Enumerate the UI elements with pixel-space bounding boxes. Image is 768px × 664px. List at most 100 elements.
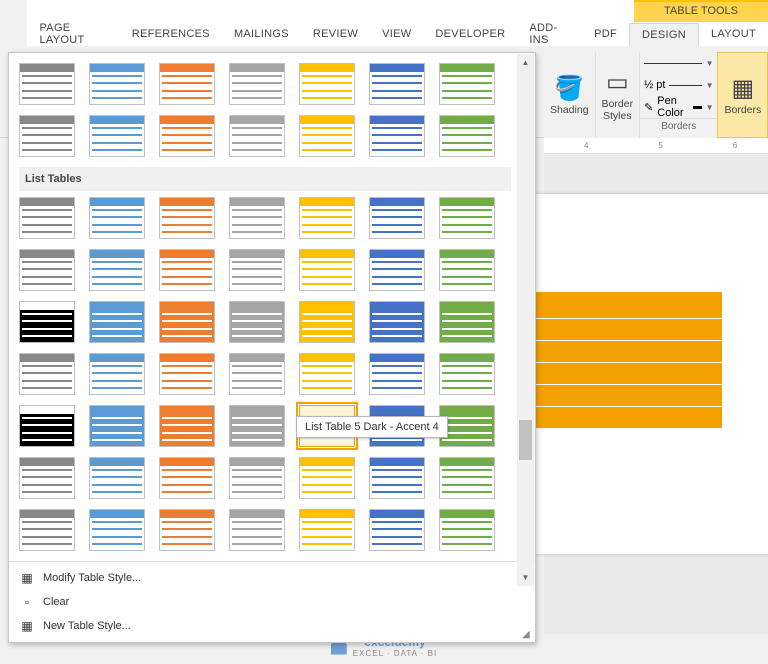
table-style-thumb[interactable] — [369, 301, 425, 343]
table-style-thumb[interactable] — [229, 301, 285, 343]
table-style-thumb[interactable] — [19, 405, 75, 447]
table-style-thumb[interactable] — [89, 509, 145, 551]
table-style-thumb[interactable] — [19, 63, 75, 105]
table-style-thumb[interactable] — [159, 197, 215, 239]
table-style-thumb[interactable] — [19, 197, 75, 239]
horizontal-ruler[interactable]: 4 5 6 — [544, 138, 768, 154]
modify-table-style[interactable]: ▦ Modify Table Style... — [9, 566, 535, 590]
table-style-thumb[interactable] — [159, 509, 215, 551]
table-style-thumb[interactable] — [89, 249, 145, 291]
table-style-thumb[interactable] — [299, 457, 355, 499]
table-style-thumb[interactable] — [299, 115, 355, 157]
table-style-thumb[interactable] — [159, 63, 215, 105]
watermark-tag: EXCEL · DATA · BI — [353, 649, 437, 658]
tab-developer[interactable]: DEVELOPER — [423, 23, 517, 45]
table-style-thumb[interactable] — [89, 405, 145, 447]
table-style-thumb[interactable] — [369, 457, 425, 499]
group-label-borders: Borders — [640, 118, 717, 134]
borders-button[interactable]: ▦ Borders — [717, 52, 768, 138]
tab-pdf[interactable]: PDF — [582, 23, 629, 45]
table-style-thumb[interactable] — [19, 301, 75, 343]
table-style-thumb[interactable] — [159, 249, 215, 291]
document-area[interactable] — [544, 154, 768, 634]
contextual-tab-tabletools: TABLE TOOLS — [634, 0, 768, 22]
table-style-thumb[interactable] — [299, 197, 355, 239]
ribbon-borders-group: 🪣 Shading ▭ Border Styles ▼ ½ pt▼ ✎Pen C… — [544, 52, 768, 138]
tab-mailings[interactable]: MAILINGS — [222, 23, 301, 45]
scroll-thumb[interactable] — [519, 420, 532, 460]
table-style-thumb[interactable] — [19, 457, 75, 499]
table-style-thumb[interactable] — [439, 509, 495, 551]
table-style-thumb[interactable] — [229, 63, 285, 105]
table-style-thumb[interactable] — [439, 457, 495, 499]
table-style-thumb[interactable] — [439, 353, 495, 395]
table-style-thumb[interactable] — [299, 353, 355, 395]
ribbon-tabs: GN PAGE LAYOUT REFERENCES MAILINGS REVIE… — [0, 22, 768, 46]
borders-grid-icon: ▦ — [732, 74, 755, 102]
table-style-thumb[interactable] — [369, 249, 425, 291]
clear-icon: ▫ — [19, 594, 35, 610]
table-style-thumb[interactable] — [89, 115, 145, 157]
table-style-thumb[interactable] — [229, 405, 285, 447]
table-style-thumb[interactable] — [89, 301, 145, 343]
table-style-thumb[interactable] — [439, 249, 495, 291]
table-style-thumb[interactable] — [229, 249, 285, 291]
borders-label: Borders — [724, 104, 761, 116]
table-style-thumb[interactable] — [19, 509, 75, 551]
table-style-thumb[interactable] — [439, 115, 495, 157]
table-style-thumb[interactable] — [299, 301, 355, 343]
modify-icon: ▦ — [19, 570, 35, 586]
border-styles-button[interactable]: ▭ Border Styles — [596, 52, 641, 138]
table-style-thumb[interactable] — [159, 115, 215, 157]
table-style-thumb[interactable] — [89, 353, 145, 395]
pen-icon: ✎ — [644, 101, 653, 114]
table-style-thumb[interactable] — [229, 457, 285, 499]
table-style-thumb[interactable] — [89, 63, 145, 105]
new-table-style[interactable]: ▦ New Table Style... — [9, 614, 535, 638]
table-style-thumb[interactable] — [159, 457, 215, 499]
new-label: New Table Style... — [43, 620, 131, 632]
gallery-section-list-tables: List Tables — [19, 167, 511, 191]
table-style-thumb[interactable] — [19, 249, 75, 291]
table-style-thumb[interactable] — [439, 63, 495, 105]
table-style-thumb[interactable] — [229, 197, 285, 239]
table-style-thumb[interactable] — [229, 115, 285, 157]
table-style-thumb[interactable] — [19, 353, 75, 395]
resize-grip-icon[interactable]: ◢ — [522, 629, 532, 639]
table-style-thumb[interactable] — [159, 353, 215, 395]
table-style-thumb[interactable] — [19, 115, 75, 157]
table-style-thumb[interactable] — [229, 509, 285, 551]
scroll-down-icon[interactable]: ▼ — [517, 569, 534, 586]
table-style-thumb[interactable] — [229, 353, 285, 395]
line-style-dropdown[interactable]: ▼ — [640, 52, 717, 74]
gallery-scrollbar[interactable]: ▲ ▼ — [517, 54, 534, 586]
shading-button[interactable]: 🪣 Shading — [544, 52, 596, 138]
tab-review[interactable]: REVIEW — [301, 23, 370, 45]
pen-color-dropdown[interactable]: ✎Pen Color▼ — [640, 96, 717, 118]
tab-table-design[interactable]: DESIGN — [629, 23, 699, 46]
table-style-thumb[interactable] — [89, 197, 145, 239]
table-style-thumb[interactable] — [159, 301, 215, 343]
table-style-thumb[interactable] — [369, 353, 425, 395]
table-style-thumb[interactable] — [439, 301, 495, 343]
table-style-thumb[interactable] — [369, 509, 425, 551]
table-style-thumb[interactable] — [439, 197, 495, 239]
scroll-up-icon[interactable]: ▲ — [517, 54, 534, 71]
tab-references[interactable]: REFERENCES — [120, 23, 222, 45]
line-weight-value: ½ pt — [644, 79, 665, 91]
clear-table-style[interactable]: ▫ Clear — [9, 590, 535, 614]
table-style-thumb[interactable] — [299, 63, 355, 105]
table-style-thumb[interactable] — [369, 197, 425, 239]
shading-label: Shading — [550, 104, 589, 116]
table-style-thumb[interactable] — [159, 405, 215, 447]
table-style-thumb[interactable] — [299, 249, 355, 291]
line-weight-dropdown[interactable]: ½ pt▼ — [640, 74, 717, 96]
style-tooltip: List Table 5 Dark - Accent 4 — [296, 416, 448, 438]
tab-view[interactable]: VIEW — [370, 23, 423, 45]
tab-table-layout[interactable]: LAYOUT — [699, 23, 768, 45]
bucket-icon: 🪣 — [554, 74, 584, 102]
table-style-thumb[interactable] — [89, 457, 145, 499]
table-style-thumb[interactable] — [369, 63, 425, 105]
table-style-thumb[interactable] — [369, 115, 425, 157]
table-style-thumb[interactable] — [299, 509, 355, 551]
